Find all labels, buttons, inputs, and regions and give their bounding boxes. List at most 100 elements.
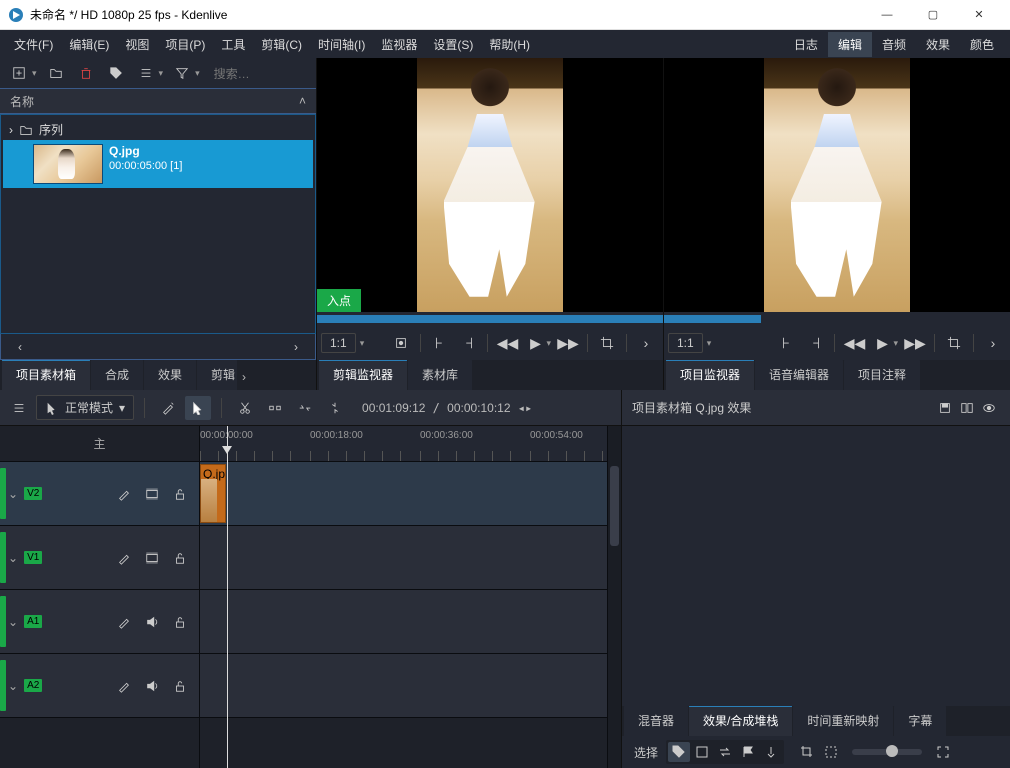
more-button[interactable]: › [633,331,659,355]
tab-clip-monitor[interactable]: 剪辑监视器 [319,360,407,390]
tool-spacer-button[interactable] [262,396,288,420]
menu-view[interactable]: 视图 [117,32,157,57]
track-fx-button[interactable] [113,484,135,504]
track-header-A1[interactable]: ⌄A1 [0,590,199,654]
tool-hswap-button[interactable] [714,742,736,762]
next-page-button[interactable]: › [285,337,307,357]
tag-button[interactable] [103,61,129,85]
tool-flag-button[interactable] [737,742,759,762]
track-row-A2[interactable] [200,654,607,718]
menu-timeline[interactable]: 时间轴(I) [310,32,373,57]
crop-button[interactable] [941,331,967,355]
zoom-slider[interactable] [852,749,922,755]
tab-library[interactable]: 素材库 [408,360,472,390]
tab-clip-cut[interactable]: 剪辑 [197,360,237,390]
track-row-A1[interactable] [200,590,607,654]
tab-project-notes[interactable]: 项目注释 [844,360,920,390]
track-lock-button[interactable] [169,484,191,504]
layout-tab-log[interactable]: 日志 [784,32,828,57]
close-button[interactable]: ✕ [956,0,1002,30]
forward-button[interactable]: ▶▶ [902,331,928,355]
filter-button[interactable] [169,61,195,85]
rewind-button[interactable]: ◀◀ [841,331,867,355]
menu-edit[interactable]: 编辑(E) [61,32,117,57]
layout-tab-color[interactable]: 颜色 [960,32,1004,57]
save-stack-button[interactable] [934,398,956,418]
layout-tab-audio[interactable]: 音频 [872,32,916,57]
track-header-A2[interactable]: ⌄A2 [0,654,199,718]
visibility-button[interactable] [978,398,1000,418]
tab-effects[interactable]: 效果 [144,360,196,390]
menu-file[interactable]: 文件(F) [6,32,61,57]
delete-button[interactable] [73,61,99,85]
prev-page-button[interactable]: ‹ [9,337,31,357]
track-fx-button[interactable] [113,548,135,568]
project-monitor-viewport[interactable] [664,58,1010,312]
playhead[interactable] [227,426,228,768]
zone-end-button[interactable] [802,331,828,355]
track-lock-button[interactable] [169,548,191,568]
play-button[interactable]: ▶ [522,331,548,355]
bin-search-input[interactable]: 搜索… [214,65,310,82]
track-row-V1[interactable] [200,526,607,590]
zone-start-button[interactable] [774,331,800,355]
rewind-button[interactable]: ◀◀ [494,331,520,355]
more-button[interactable]: › [980,331,1006,355]
tab-project-monitor[interactable]: 项目监视器 [666,360,754,390]
track-menu-button[interactable] [6,396,32,420]
tab-project-bin[interactable]: 项目素材箱 [2,360,90,390]
master-track-label[interactable]: 主 [0,426,199,462]
track-row-V2[interactable]: Q.jp [200,462,607,526]
tool-marker-button[interactable] [760,742,782,762]
clip-monitor-viewport[interactable]: 入点 [317,58,663,312]
set-in-button[interactable] [388,331,414,355]
bin-clip-row[interactable]: Q.jpg 00:00:05:00 [1] [3,140,313,188]
tab-mixer[interactable]: 混音器 [624,706,688,736]
tab-subtitles[interactable]: 字幕 [894,706,946,736]
menu-clip[interactable]: 剪辑(C) [253,32,310,57]
tab-nav-right[interactable]: › [238,364,250,390]
tab-time-remap[interactable]: 时间重新映射 [793,706,893,736]
forward-button[interactable]: ▶▶ [555,331,581,355]
add-clip-button[interactable] [6,61,32,85]
tool-magic-button[interactable] [155,396,181,420]
tab-compositions[interactable]: 合成 [91,360,143,390]
tab-effect-stack[interactable]: 效果/合成堆栈 [689,706,792,736]
zone-end-button[interactable] [455,331,481,355]
tool-insert-button[interactable] [292,396,318,420]
bin-tree[interactable]: › 序列 Q.jpg 00:00:05:00 [1] [0,114,316,334]
play-button[interactable]: ▶ [869,331,895,355]
track-lock-button[interactable] [169,676,191,696]
split-view-button[interactable] [956,398,978,418]
new-folder-button[interactable] [43,61,69,85]
bin-column-header[interactable]: 名称 ˄ [0,88,316,114]
tool-select-button[interactable] [185,396,211,420]
layout-tab-effects[interactable]: 效果 [916,32,960,57]
list-view-button[interactable] [133,61,159,85]
timeline-ruler[interactable]: 00:00:00:0000:00:18:0000:00:36:0000:00:5… [200,426,607,462]
effects-body[interactable] [622,426,1010,706]
track-fx-button[interactable] [113,676,135,696]
menu-tools[interactable]: 工具 [213,32,253,57]
edit-mode-select[interactable]: 正常模式 ▾ [36,395,134,420]
zoom-fit-button[interactable] [932,742,954,762]
zone-start-button[interactable] [427,331,453,355]
tool-tag-button[interactable] [668,742,690,762]
zoom-scale-button[interactable]: 1:1 [668,333,703,353]
tool-overwrite-button[interactable] [322,396,348,420]
track-header-V1[interactable]: ⌄V1 [0,526,199,590]
menu-project[interactable]: 项目(P) [157,32,213,57]
track-fx-button[interactable] [113,612,135,632]
crop-button[interactable] [594,331,620,355]
project-monitor-scrubber[interactable] [664,312,1010,326]
tool-frame-button[interactable] [820,742,842,762]
menu-monitor[interactable]: 监视器 [373,32,425,57]
menu-settings[interactable]: 设置(S) [425,32,481,57]
track-lock-button[interactable] [169,612,191,632]
tab-voice-editor[interactable]: 语音编辑器 [755,360,843,390]
maximize-button[interactable]: ▢ [910,0,956,30]
clip-monitor-scrubber[interactable] [317,312,663,326]
timeline-clip[interactable]: Q.jp [200,464,226,523]
zoom-scale-button[interactable]: 1:1 [321,333,356,353]
track-header-V2[interactable]: ⌄V2 [0,462,199,526]
